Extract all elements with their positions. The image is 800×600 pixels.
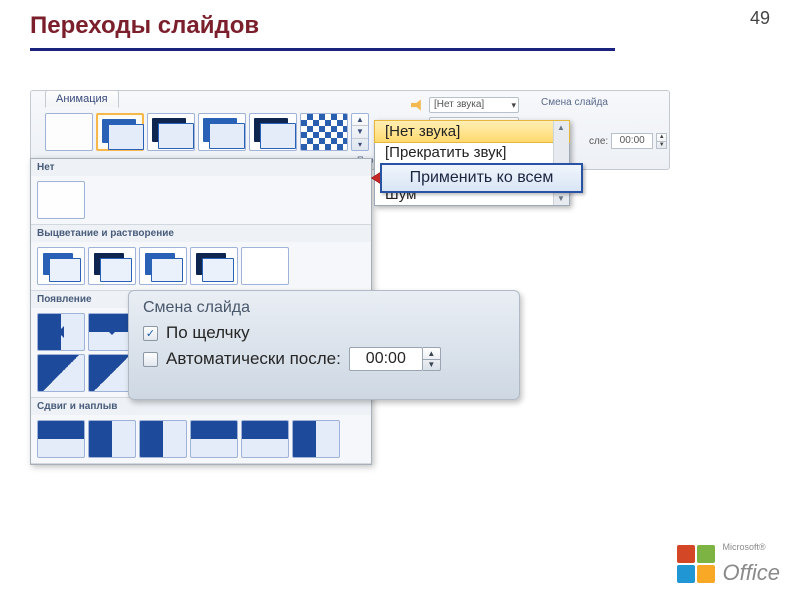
transition-option[interactable] <box>37 420 85 458</box>
advance-slide-panel: Смена слайда ✓ По щелчку Автоматически п… <box>128 290 520 400</box>
office-squares-icon <box>677 545 715 583</box>
sound-icon <box>411 98 425 112</box>
transition-cut-dark[interactable] <box>249 113 297 151</box>
logo-office: Office <box>723 560 780 585</box>
panel-title: Смена слайда <box>143 299 505 317</box>
page-title: Переходы слайдов <box>30 12 259 40</box>
apply-to-all-button[interactable]: Применить ко всем <box>380 163 583 193</box>
transition-option[interactable] <box>190 420 238 458</box>
transition-option[interactable] <box>241 420 289 458</box>
after-label: сле: <box>589 136 608 147</box>
time-spinner[interactable]: ▲▼ <box>423 347 441 371</box>
after-time-small[interactable]: 00:00 <box>611 133 653 149</box>
sound-row: [Нет звука] <box>411 97 519 113</box>
sound-option-selected[interactable]: [Нет звука] <box>374 120 570 143</box>
title-underline <box>30 48 615 51</box>
auto-time-field[interactable]: 00:00 <box>349 347 423 371</box>
transition-gallery: ▲▼▾ <box>45 113 369 155</box>
checkbox-auto-after[interactable] <box>143 352 158 367</box>
transition-option[interactable] <box>88 247 136 285</box>
section-none: Нет <box>31 159 371 176</box>
sound-option[interactable]: [Прекратить звук] <box>375 142 569 163</box>
on-click-label: По щелчку <box>166 323 250 343</box>
transition-option[interactable] <box>37 354 85 392</box>
advance-slide-label: Смена слайда <box>541 97 608 108</box>
gallery-more-icon[interactable]: ▲▼▾ <box>351 113 369 151</box>
sound-dropdown[interactable]: [Нет звука] <box>429 97 519 113</box>
transition-fade-dark[interactable] <box>147 113 195 151</box>
transition-option[interactable] <box>37 181 85 219</box>
tab-animation[interactable]: Анимация <box>45 90 119 108</box>
transition-option[interactable] <box>37 247 85 285</box>
page-number: 49 <box>750 8 770 29</box>
office-logo: Microsoft® Office <box>677 542 780 586</box>
transition-option[interactable] <box>139 420 187 458</box>
transition-option[interactable] <box>139 247 187 285</box>
transition-option[interactable] <box>190 247 238 285</box>
section-fade: Выцветание и растворение <box>31 225 371 242</box>
transition-option[interactable] <box>241 247 289 285</box>
spinner-small[interactable]: ▲▼ <box>656 133 667 149</box>
transition-option[interactable] <box>88 420 136 458</box>
transition-checker[interactable] <box>300 113 348 151</box>
section-shift: Сдвиг и наплыв <box>31 398 371 415</box>
logo-ms: Microsoft® <box>723 542 766 552</box>
transition-option[interactable] <box>292 420 340 458</box>
transition-none[interactable] <box>45 113 93 151</box>
transition-option[interactable] <box>37 313 85 351</box>
transition-fade-selected[interactable] <box>96 113 144 151</box>
checkbox-on-click[interactable]: ✓ <box>143 326 158 341</box>
transition-cut[interactable] <box>198 113 246 151</box>
auto-after-label: Автоматически после: <box>166 349 341 369</box>
